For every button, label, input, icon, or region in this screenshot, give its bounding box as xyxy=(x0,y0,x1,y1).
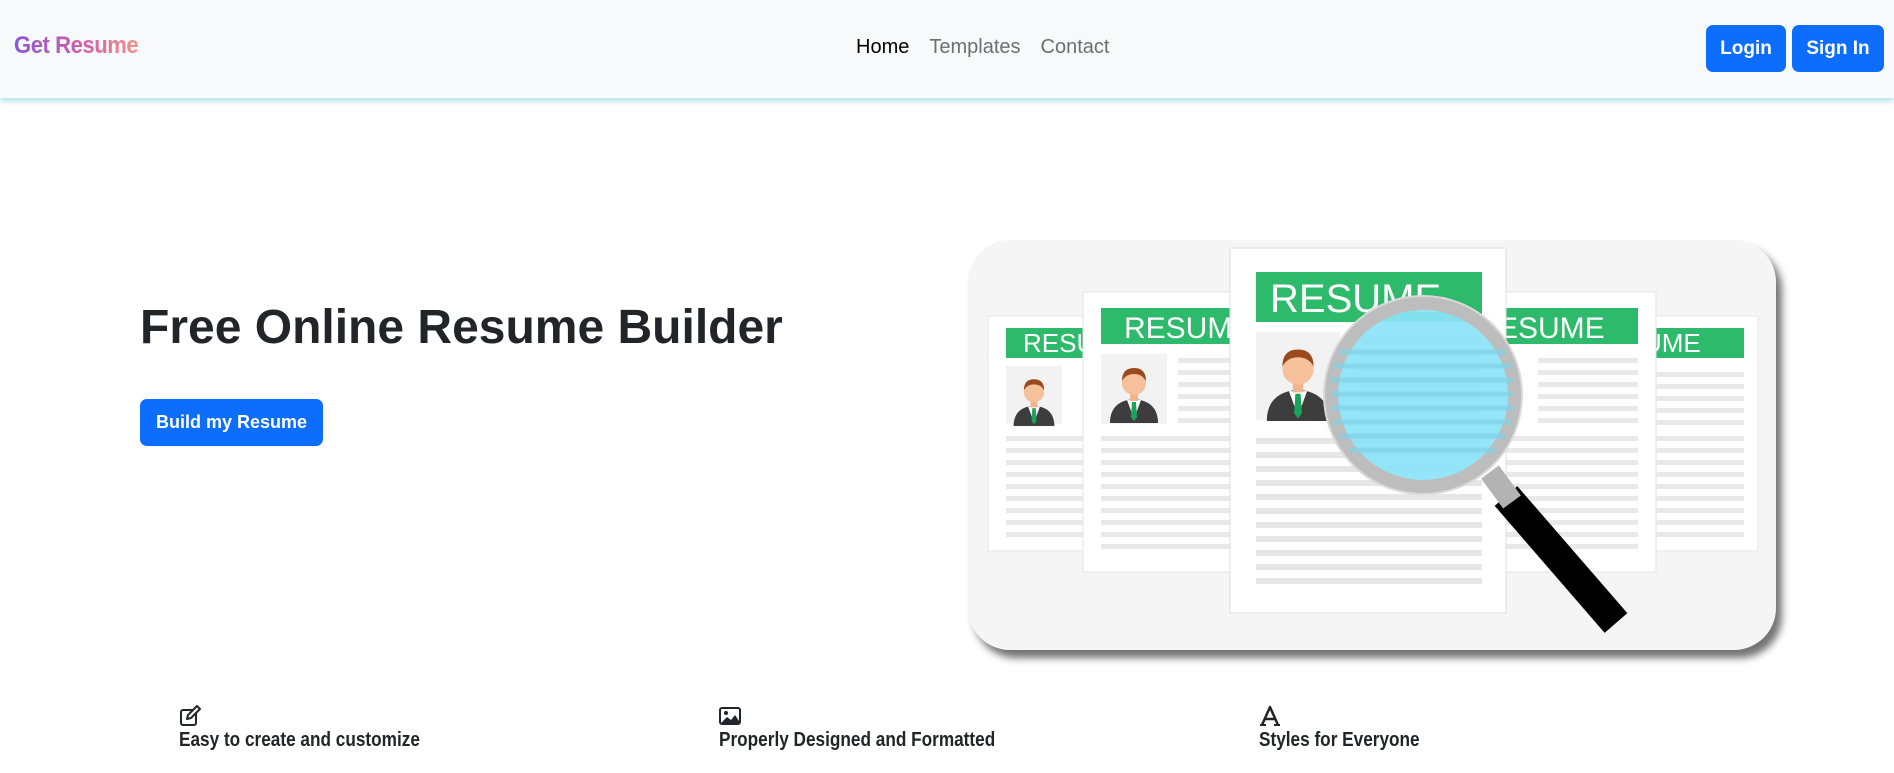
nav-link-templates[interactable]: Templates xyxy=(929,36,1020,59)
hero-title: Free Online Resume Builder xyxy=(140,301,783,354)
sign-in-button[interactable]: Sign In xyxy=(1792,25,1884,72)
svg-text:ESUME: ESUME xyxy=(1498,312,1605,345)
nav-links: Home Templates Contact xyxy=(856,36,1109,59)
brand-logo[interactable]: Get Resume xyxy=(14,32,139,60)
nav-link-home[interactable]: Home xyxy=(856,36,909,59)
image-icon xyxy=(719,705,1040,727)
feature-title: Properly Designed and Formatted xyxy=(719,729,996,751)
font-icon xyxy=(1259,705,1446,727)
navbar: Get Resume Home Templates Contact Login … xyxy=(0,0,1894,98)
feature-title: Easy to create and customize xyxy=(179,729,420,751)
feature-title: Styles for Everyone xyxy=(1259,729,1420,751)
login-button[interactable]: Login xyxy=(1706,25,1786,72)
feature-styles-everyone: Styles for Everyone xyxy=(1259,705,1446,752)
build-resume-button[interactable]: Build my Resume xyxy=(140,399,323,446)
nav-link-contact[interactable]: Contact xyxy=(1041,36,1110,59)
hero-illustration: RESUME UME RESUME ESUME RESUME xyxy=(968,240,1776,650)
feature-easy-customize: Easy to create and customize xyxy=(179,705,459,752)
pencil-square-icon xyxy=(179,705,459,727)
feature-designed-formatted: Properly Designed and Formatted xyxy=(719,705,1040,752)
